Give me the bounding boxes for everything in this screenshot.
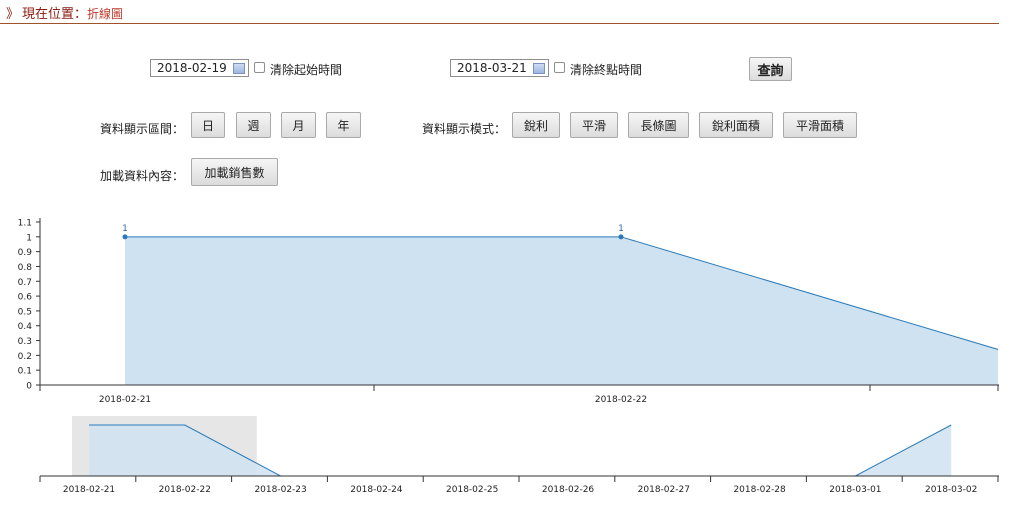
breadcrumb-divider <box>0 23 999 24</box>
clear-start-label: 清除起始時間 <box>270 63 343 77</box>
interval-month-button[interactable]: 月 <box>281 112 316 138</box>
y-tick-label: 0.8 <box>18 263 33 273</box>
mode-smooth-button[interactable]: 平滑 <box>570 112 618 138</box>
data-point <box>122 234 128 240</box>
mode-sharp-area-button[interactable]: 銳利面積 <box>699 112 773 138</box>
start-date-input[interactable]: 2018-02-19 <box>150 59 249 77</box>
breadcrumb-prefix: 現在位置： <box>22 7 88 22</box>
y-tick-label: 0.3 <box>18 337 32 347</box>
main-area-chart: 1 1 0 0.1 0.2 0.3 0.4 0.5 0.6 0.7 0.8 0.9 1 1.1 2018-0… <box>18 218 999 405</box>
navigator-x-tick-label: 2018-03-02 <box>925 485 977 495</box>
start-date-value: 2018-02-19 <box>157 61 227 75</box>
y-tick-label: 0.6 <box>18 293 33 303</box>
mode-sharp-button[interactable]: 銳利 <box>512 112 560 138</box>
navigator-x-tick-label: 2018-02-22 <box>159 485 211 495</box>
navigator-x-tick-label: 2018-02-25 <box>446 485 498 495</box>
y-tick-label: 0.9 <box>18 248 33 258</box>
navigator-x-tick-label: 2018-02-23 <box>254 485 306 495</box>
load-sales-button[interactable]: 加載銷售數 <box>191 158 278 186</box>
clear-start-checkbox[interactable] <box>254 62 265 73</box>
query-button[interactable]: 查詢 <box>749 57 792 81</box>
navigator-x-tick-label: 2018-02-26 <box>542 485 595 495</box>
calendar-icon[interactable] <box>533 63 545 74</box>
navigator-x-tick-label: 2018-03-01 <box>829 485 881 495</box>
x-tick-label: 2018-02-21 <box>99 395 151 405</box>
calendar-icon[interactable] <box>233 63 245 74</box>
y-tick-label: 0 <box>26 382 32 392</box>
mode-smooth-area-button[interactable]: 平滑面積 <box>783 112 857 138</box>
series-area <box>125 236 998 385</box>
interval-week-button[interactable]: 週 <box>236 112 271 138</box>
data-point <box>618 234 624 240</box>
navigator-x-tick-label: 2018-02-28 <box>733 485 786 495</box>
load-label: 加載資料內容： <box>100 169 185 183</box>
navigator-x-tick-label: 2018-02-24 <box>350 485 403 495</box>
breadcrumb-arrow-icon: 》 <box>6 7 20 22</box>
navigator-x-tick-label: 2018-02-27 <box>638 485 690 495</box>
y-tick-label: 0.7 <box>18 278 32 288</box>
breadcrumb: 》現在位置：折線圖 <box>6 3 123 22</box>
interval-day-button[interactable]: 日 <box>191 112 225 138</box>
breadcrumb-current: 折線圖 <box>87 7 124 21</box>
y-tick-label: 0.1 <box>18 367 32 377</box>
mode-bar-button[interactable]: 長條圖 <box>628 112 689 138</box>
clear-end-label: 清除終點時間 <box>570 63 643 77</box>
interval-label: 資料顯示區間： <box>100 122 185 136</box>
y-tick-label: 0.5 <box>18 307 32 317</box>
y-tick-label: 1 <box>26 233 32 243</box>
navigator-x-tick-label: 2018-02-21 <box>63 485 115 495</box>
x-tick-label: 2018-02-22 <box>595 395 647 405</box>
y-tick-label: 1.1 <box>18 219 32 229</box>
navigator-chart[interactable]: 2018-02-21 2018-02-22 2018-02-23 2018-02-24… <box>0 410 1020 505</box>
data-label: 1 <box>122 224 128 234</box>
y-tick-label: 0.2 <box>18 352 32 362</box>
end-date-input[interactable]: 2018-03-21 <box>450 59 549 77</box>
end-date-value: 2018-03-21 <box>457 61 527 75</box>
data-label: 1 <box>618 224 624 234</box>
clear-end-checkbox[interactable] <box>554 62 565 73</box>
y-tick-label: 0.4 <box>18 322 33 332</box>
mode-label: 資料顯示模式： <box>422 122 507 136</box>
interval-year-button[interactable]: 年 <box>326 112 361 138</box>
